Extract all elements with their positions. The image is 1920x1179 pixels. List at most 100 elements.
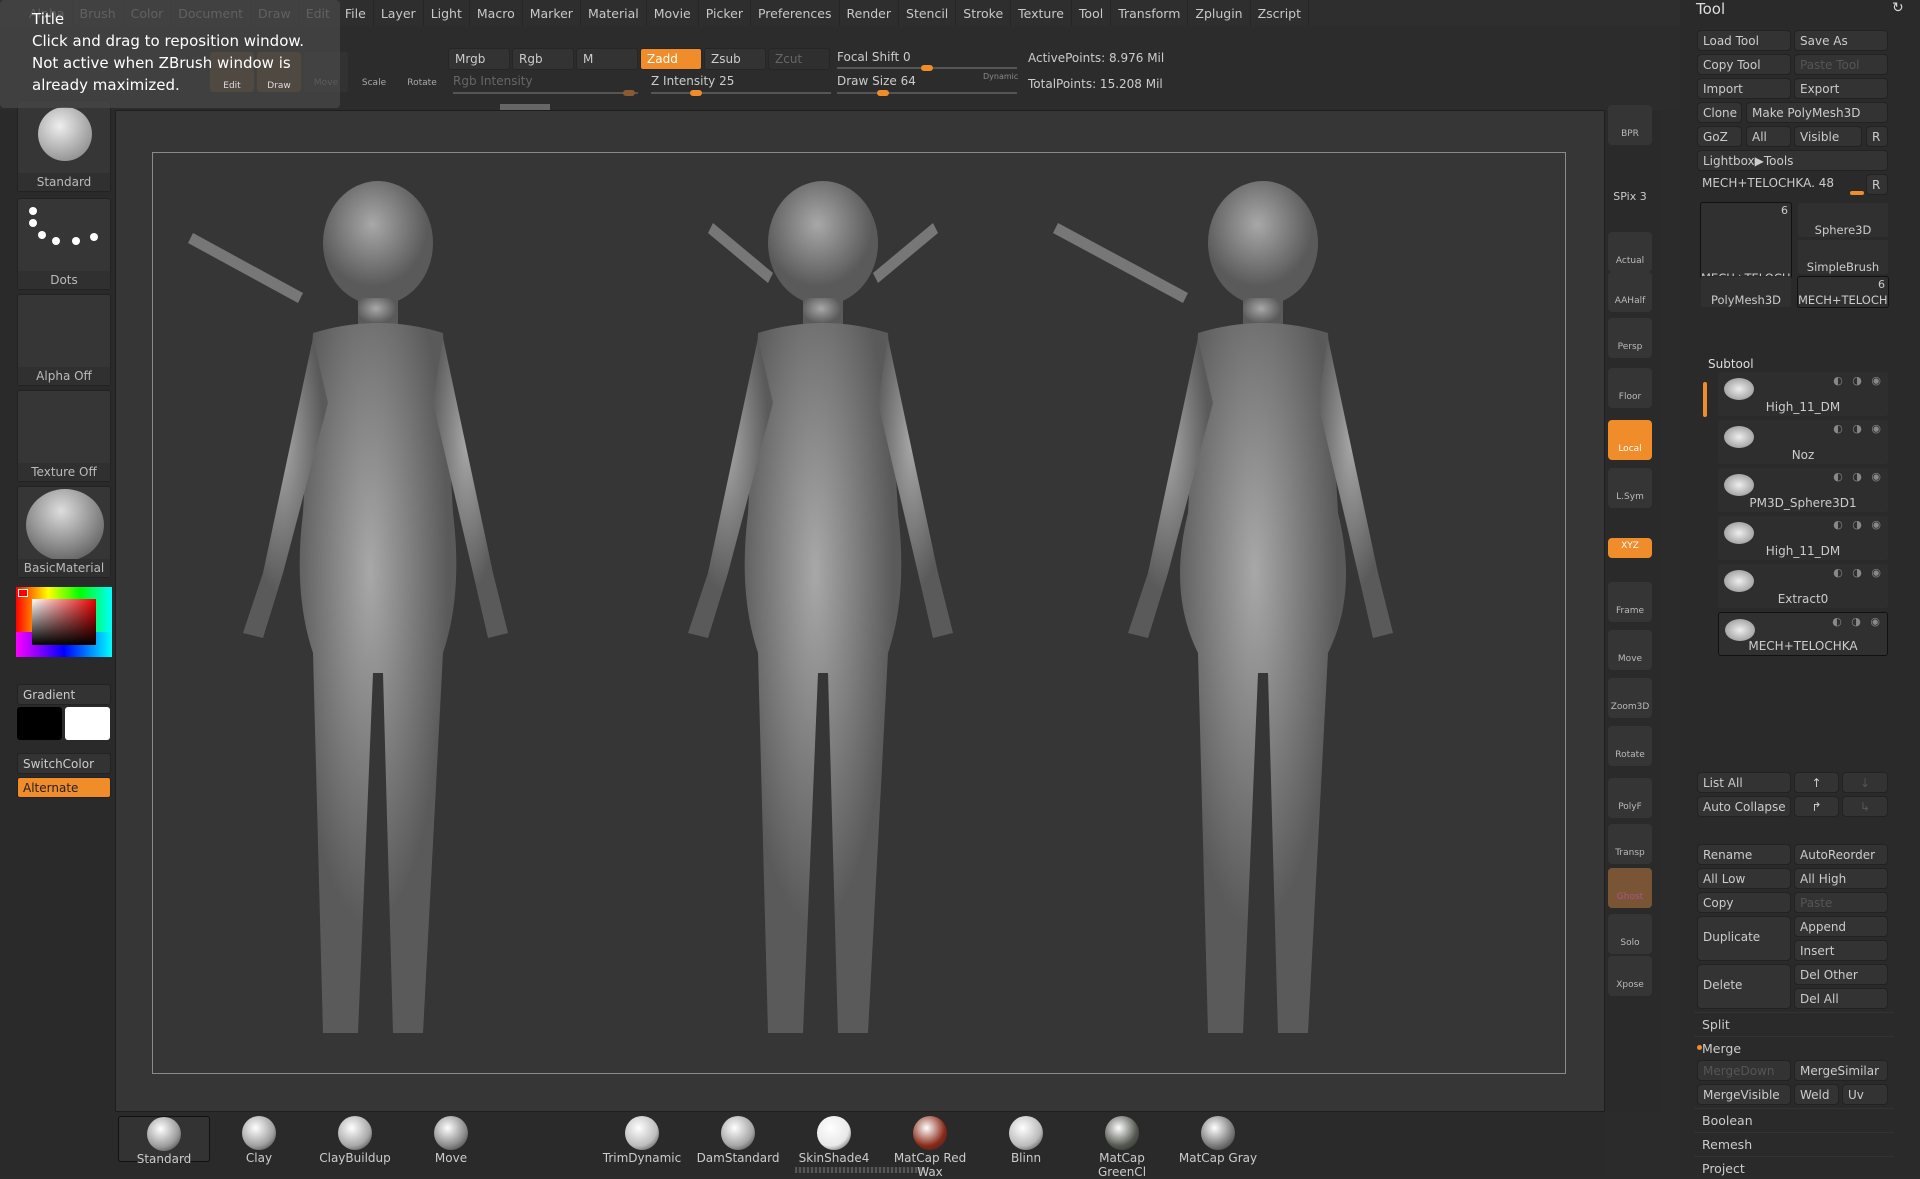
move-button[interactable]: Move	[304, 52, 348, 92]
all-low-button[interactable]: All Low	[1697, 868, 1791, 889]
merge-down-button[interactable]: MergeDown	[1697, 1060, 1791, 1081]
menu-texture[interactable]: Texture	[1011, 0, 1072, 26]
material-thumbnail[interactable]: BasicMaterial	[17, 486, 111, 578]
r-button[interactable]: R	[1866, 126, 1888, 147]
shelf-standard[interactable]: Standard	[118, 1116, 210, 1166]
z-intensity-slider[interactable]	[651, 90, 831, 96]
alpha-thumbnail[interactable]: Alpha Off	[17, 294, 111, 386]
menu-edit[interactable]: Edit	[299, 0, 338, 26]
tool-thumbnail[interactable]: PolyMesh3D	[1700, 276, 1792, 308]
menu-preferences[interactable]: Preferences	[751, 0, 840, 26]
mrgb-button[interactable]: Mrgb	[448, 48, 510, 70]
menu-material[interactable]: Material	[581, 0, 647, 26]
paste-button[interactable]: Paste Tool	[1794, 54, 1888, 75]
menu-stroke[interactable]: Stroke	[956, 0, 1012, 26]
view-rotate-button[interactable]: Rotate	[1608, 726, 1652, 766]
view-ghost-button[interactable]: Ghost	[1608, 868, 1652, 908]
split-section[interactable]: Split	[1694, 1012, 1894, 1034]
stroke-thumbnail[interactable]: Dots	[17, 198, 111, 290]
shelf-move[interactable]: Move	[405, 1116, 497, 1165]
tool-thumbnail[interactable]: MECH+TELOCHKA6	[1700, 202, 1792, 286]
subtool-item[interactable]: PM3D_Sphere3D1 ◐ ◑ ◉	[1718, 468, 1888, 512]
view-solo-button[interactable]: Solo	[1608, 914, 1652, 954]
goz-button[interactable]: GoZ	[1697, 126, 1742, 147]
subtool-visibility-eye-icon[interactable]: ◐ ◑ ◉	[1833, 422, 1884, 435]
shelf-damstandard[interactable]: DamStandard	[692, 1116, 784, 1165]
shelf-matcap-greencl[interactable]: MatCap GreenCl	[1076, 1116, 1168, 1179]
current-tool-slider[interactable]: MECH+TELOCHKA. 48	[1702, 176, 1834, 190]
duplicate-button[interactable]: Duplicate	[1697, 916, 1791, 961]
shelf-matcap-gray[interactable]: MatCap Gray	[1172, 1116, 1264, 1165]
subtool-visibility-eye-icon[interactable]: ◐ ◑ ◉	[1833, 518, 1884, 531]
view-spix-3-button[interactable]: SPix 3	[1608, 190, 1652, 203]
append-button[interactable]: Append	[1794, 916, 1888, 937]
all-button[interactable]: All	[1746, 126, 1791, 147]
subtool-visibility-eye-icon[interactable]: ◐ ◑ ◉	[1833, 470, 1884, 483]
color-saturation-square[interactable]	[32, 599, 96, 645]
brush-thumbnail[interactable]: Standard	[17, 100, 111, 192]
view-zoom3d-button[interactable]: Zoom3D	[1608, 678, 1652, 718]
current-tool-knob[interactable]	[1850, 191, 1864, 195]
color-picker[interactable]	[16, 587, 112, 657]
edit-button-label[interactable]: Edit	[210, 80, 254, 92]
texture-thumbnail[interactable]: Texture Off	[17, 390, 111, 482]
subtool-item[interactable]: Extract0 ◐ ◑ ◉	[1718, 564, 1888, 608]
menu-tool[interactable]: Tool	[1072, 0, 1112, 26]
subtool-item[interactable]: High_11_DM ◐ ◑ ◉	[1718, 372, 1888, 416]
main-color-swatch[interactable]	[17, 707, 62, 740]
menu-color[interactable]: Color	[124, 0, 172, 26]
view-transp-button[interactable]: Transp	[1608, 824, 1652, 864]
menu-movie[interactable]: Movie	[647, 0, 699, 26]
uv-button[interactable]: Uv	[1842, 1084, 1888, 1105]
save-as-button[interactable]: Save As	[1794, 30, 1888, 51]
all-high-button[interactable]: All High	[1794, 868, 1888, 889]
menu-brush[interactable]: Brush	[73, 0, 124, 26]
view-local-button[interactable]: Local	[1608, 420, 1652, 460]
insert-button[interactable]: Insert	[1794, 940, 1888, 961]
shelf-skinshade4[interactable]: SkinShade4	[788, 1116, 880, 1165]
view-xyz-button[interactable]: XYZ	[1608, 538, 1652, 558]
focal-shift-slider[interactable]	[837, 65, 1017, 71]
menu-light[interactable]: Light	[424, 0, 470, 26]
view-aahalf-button[interactable]: AAHalf	[1608, 272, 1652, 312]
zsub-button[interactable]: Zsub	[704, 48, 766, 70]
view-frame-button[interactable]: Frame	[1608, 582, 1652, 622]
view-persp-button[interactable]: Persp	[1608, 318, 1652, 358]
subtool-item[interactable]: MECH+TELOCHKA ◐ ◑ ◉	[1718, 612, 1888, 656]
auto-collapse-button[interactable]: Auto Collapse	[1697, 796, 1791, 817]
menu-zplugin[interactable]: Zplugin	[1188, 0, 1251, 26]
view-xpose-button[interactable]: Xpose	[1608, 956, 1652, 996]
visible-button[interactable]: Visible	[1794, 126, 1862, 147]
menu-file[interactable]: File	[338, 0, 374, 26]
copy-subtool-button[interactable]: Copy	[1697, 892, 1791, 913]
shelf-matcap-red-wax[interactable]: MatCap Red Wax	[884, 1116, 976, 1179]
import-button[interactable]: Import	[1697, 78, 1791, 99]
current-tool-r-button[interactable]: R	[1866, 174, 1888, 195]
rename-button[interactable]: Rename	[1697, 844, 1791, 865]
menu-layer[interactable]: Layer	[374, 0, 424, 26]
view-polyf-button[interactable]: PolyF	[1608, 778, 1652, 818]
shelf-blinn[interactable]: Blinn	[980, 1116, 1072, 1165]
clone-button[interactable]: Clone	[1697, 102, 1742, 123]
draw-button-label[interactable]: Draw	[257, 80, 301, 92]
make-polymesh-button[interactable]: Make PolyMesh3D	[1746, 102, 1888, 123]
subtool-visibility-eye-icon[interactable]: ◐ ◑ ◉	[1832, 615, 1883, 628]
rgb-button[interactable]: Rgb	[512, 48, 574, 70]
boolean-section[interactable]: Boolean	[1694, 1108, 1894, 1130]
scale-button[interactable]: Scale	[352, 52, 396, 92]
export-button[interactable]: Export	[1794, 78, 1888, 99]
switch-color-button[interactable]: SwitchColor	[17, 753, 111, 774]
merge-similar-button[interactable]: MergeSimilar	[1794, 1060, 1888, 1081]
m-button[interactable]: M	[576, 48, 638, 70]
subtool-visibility-eye-icon[interactable]: ◐ ◑ ◉	[1833, 566, 1884, 579]
zadd-button[interactable]: Zadd	[640, 48, 702, 70]
view-floor-button[interactable]: Floor	[1608, 368, 1652, 408]
alternate-button[interactable]: Alternate	[17, 777, 111, 798]
zcut-button[interactable]: Zcut	[768, 48, 830, 70]
menu-picker[interactable]: Picker	[699, 0, 751, 26]
remesh-section[interactable]: Remesh	[1694, 1132, 1894, 1154]
menu-document[interactable]: Document	[171, 0, 252, 26]
autoreorder-button[interactable]: AutoReorder	[1794, 844, 1888, 865]
subtool-item[interactable]: High_11_DM ◐ ◑ ◉	[1718, 516, 1888, 560]
tool-thumbnail[interactable]: MECH+TELOCHKA6	[1797, 276, 1889, 308]
